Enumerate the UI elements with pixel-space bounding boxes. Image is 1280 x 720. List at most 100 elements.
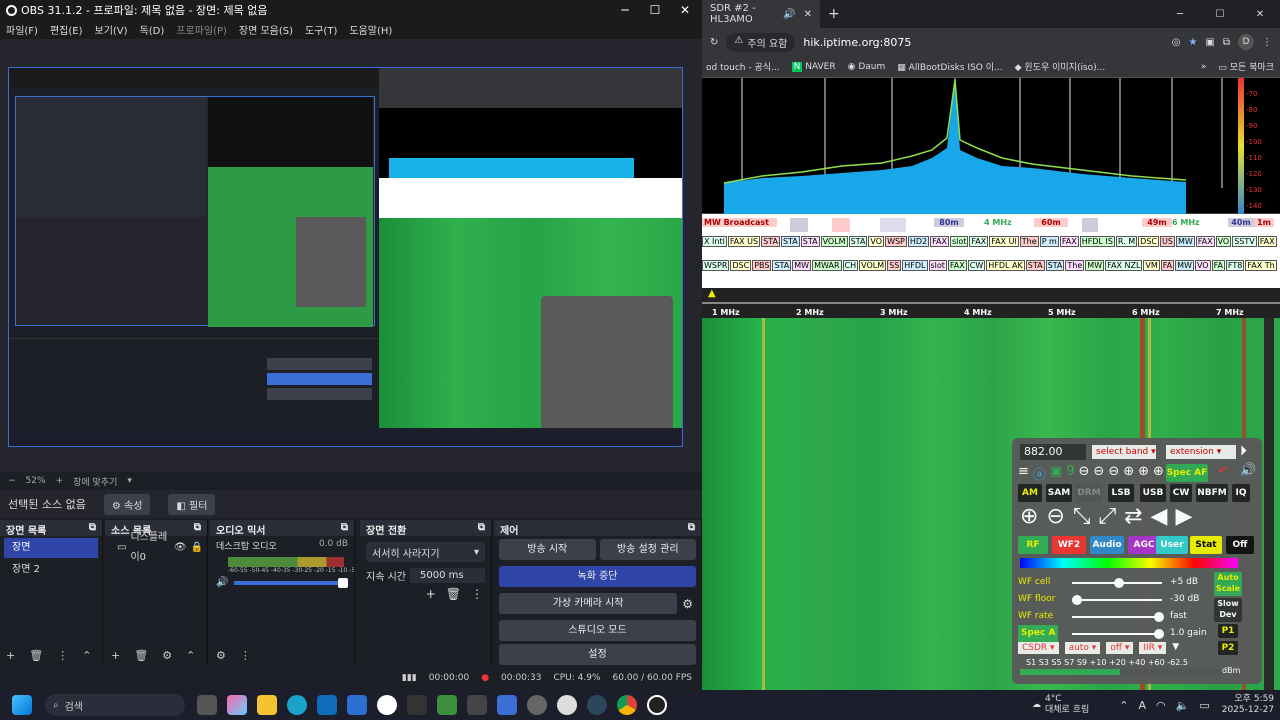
maximize-button[interactable]: ☐ bbox=[640, 0, 670, 20]
menu-dots-icon[interactable]: ⋮ bbox=[240, 649, 251, 662]
mode-nbfm[interactable]: NBFM bbox=[1196, 484, 1228, 502]
band-station[interactable]: FAX NZL bbox=[1105, 260, 1143, 271]
duration-input[interactable]: 5000 ms bbox=[409, 568, 485, 583]
scene-item[interactable]: 장면 2 bbox=[4, 560, 98, 580]
dock-menu-icon[interactable]: ⧉ bbox=[478, 522, 485, 534]
mode-am[interactable]: AM bbox=[1018, 484, 1042, 502]
band-label[interactable]: 60m bbox=[1034, 218, 1068, 227]
band-station[interactable]: PBS bbox=[752, 260, 772, 271]
all-bookmarks[interactable]: ▭ 모든 북마크 bbox=[1218, 60, 1274, 73]
band-station[interactable]: MW bbox=[1175, 260, 1194, 271]
menu-icon[interactable]: ≡ bbox=[1018, 464, 1029, 483]
right-icon[interactable]: ▶ bbox=[1175, 504, 1192, 529]
wf-cell-slider[interactable] bbox=[1072, 578, 1162, 588]
color-wf2[interactable]: WF2 bbox=[1052, 536, 1086, 554]
lock-icon[interactable]: 🔒 bbox=[191, 538, 203, 558]
color-user[interactable]: User bbox=[1156, 536, 1188, 554]
dock-menu-icon[interactable]: ⧉ bbox=[89, 522, 96, 534]
bookmark[interactable]: N NAVER bbox=[791, 61, 836, 72]
menu-view[interactable]: 보기(V) bbox=[95, 22, 128, 37]
frequency-input[interactable]: 882.00 bbox=[1020, 444, 1086, 460]
band-station[interactable]: FAX bbox=[1059, 236, 1079, 247]
band-station[interactable]: VO bbox=[868, 236, 885, 247]
mode-usb[interactable]: USB bbox=[1140, 484, 1166, 502]
trash-icon[interactable]: 🗑 bbox=[29, 649, 43, 662]
zoom-minus-icon[interactable]: ⊖ bbox=[1079, 464, 1090, 483]
menu-file[interactable]: 파일(F) bbox=[6, 22, 38, 37]
zoom-out-icon[interactable]: ⊖ bbox=[1046, 504, 1064, 529]
frequency-scale[interactable]: 1 MHz 2 MHz 3 MHz 4 MHz 5 MHz 6 MHz 7 MH… bbox=[702, 288, 1280, 318]
wf-rate-slider[interactable] bbox=[1072, 612, 1164, 622]
band-station[interactable]: FAX bbox=[1195, 236, 1215, 247]
filters-button[interactable]: ◧ 필터 bbox=[168, 493, 216, 515]
zoom-minus-icon[interactable]: ⊖ bbox=[1108, 464, 1119, 483]
band-label[interactable]: MW Broadcast bbox=[702, 218, 777, 227]
color-off[interactable]: Off bbox=[1226, 536, 1254, 554]
add-icon[interactable]: + bbox=[426, 587, 436, 601]
square-icon[interactable]: ▣ bbox=[1050, 464, 1062, 483]
band-station[interactable]: FAX bbox=[969, 236, 989, 247]
github-icon[interactable] bbox=[557, 695, 577, 715]
band-station[interactable]: US bbox=[1160, 236, 1175, 247]
band-station[interactable]: WSP bbox=[885, 236, 907, 247]
menu-scene-collection[interactable]: 장면 모음(S) bbox=[239, 22, 293, 37]
speaker-icon[interactable]: 🔈 bbox=[1176, 699, 1190, 712]
copilot-icon[interactable] bbox=[227, 695, 247, 715]
band-station[interactable]: FA bbox=[1160, 260, 1175, 271]
properties-button[interactable]: ⚙ 속성 bbox=[103, 493, 151, 515]
zoom-in-icon[interactable]: ⊕ bbox=[1020, 504, 1038, 529]
band-label[interactable]: 49m bbox=[1142, 218, 1172, 227]
band-station[interactable]: CH bbox=[842, 260, 859, 271]
close-button[interactable]: ✕ bbox=[1240, 9, 1280, 20]
band-bar[interactable]: MW Broadcast 80m 4 MHz 60m 49m 6 MHz 40m… bbox=[702, 214, 1280, 288]
left-icon[interactable]: ◀ bbox=[1151, 504, 1168, 529]
color-rf[interactable]: RF bbox=[1018, 536, 1048, 554]
zoom-plus-icon[interactable]: ⊕ bbox=[1153, 464, 1164, 483]
menu-help[interactable]: 도움말(H) bbox=[349, 22, 392, 37]
security-warning[interactable]: ⚠ 주의 요함 bbox=[726, 32, 796, 52]
maximize-button[interactable]: ☐ bbox=[1200, 9, 1240, 20]
band-station[interactable]: slot bbox=[949, 236, 969, 247]
menu-dots-icon[interactable]: ⋮ bbox=[1262, 37, 1272, 48]
band-station[interactable]: STA bbox=[1045, 260, 1065, 271]
slow-dev-button[interactable]: Slow Dev bbox=[1214, 598, 1242, 622]
csdr-select[interactable]: CSDR ▾ bbox=[1018, 642, 1059, 654]
mode-sam[interactable]: SAM bbox=[1046, 484, 1072, 502]
iir-select[interactable]: IIR ▾ bbox=[1139, 642, 1167, 654]
font-icon[interactable]: A bbox=[1138, 699, 1146, 712]
band-station[interactable]: MW bbox=[1175, 236, 1195, 247]
band-label[interactable]: 6 MHz bbox=[1172, 218, 1200, 227]
band-station[interactable]: STA bbox=[761, 236, 780, 247]
windows-start-icon[interactable] bbox=[12, 695, 32, 715]
transition-select[interactable]: 서서히 사라지기 ▾ bbox=[366, 542, 485, 562]
band-station[interactable]: MW bbox=[792, 260, 812, 271]
zoom-plus-icon[interactable]: ⊕ bbox=[1138, 464, 1149, 483]
band-station[interactable]: SSTV bbox=[1232, 236, 1257, 247]
menu-dots-icon[interactable]: ⋮ bbox=[57, 649, 68, 662]
app-icon[interactable] bbox=[467, 695, 487, 715]
add-icon[interactable]: + bbox=[6, 649, 15, 662]
minimize-button[interactable]: ─ bbox=[610, 0, 640, 20]
band-label[interactable]: 4 MHz bbox=[984, 218, 1012, 227]
band-station[interactable]: CW bbox=[967, 260, 986, 271]
band-station[interactable]: slot bbox=[928, 260, 947, 271]
band-station[interactable]: FAX US bbox=[727, 236, 761, 247]
gear-icon[interactable]: ⚙ bbox=[162, 649, 172, 662]
shrink-icon[interactable]: ⤡ bbox=[1073, 504, 1091, 529]
battery-icon[interactable]: ▭ bbox=[1199, 699, 1209, 712]
chevron-up-icon[interactable]: ⌃ bbox=[82, 649, 91, 662]
band-station[interactable]: P m bbox=[1039, 236, 1059, 247]
gear-icon[interactable]: ⚙ bbox=[682, 597, 693, 611]
band-station[interactable]: HFDL bbox=[902, 260, 928, 271]
reload-icon[interactable]: ↻ bbox=[710, 37, 718, 48]
store-icon[interactable] bbox=[497, 695, 517, 715]
p2-button[interactable]: P2 bbox=[1218, 641, 1238, 655]
volume-slider[interactable] bbox=[234, 577, 348, 588]
weather-widget[interactable]: ☁ 4°C 대체로 흐림 bbox=[1032, 694, 1089, 716]
game-icon[interactable] bbox=[407, 695, 427, 715]
swap-icon[interactable]: ⇄ bbox=[1124, 504, 1142, 529]
menu-dots-icon[interactable]: ⋮ bbox=[471, 587, 483, 601]
band-station[interactable]: HFDL IS bbox=[1079, 236, 1115, 247]
fit-to-window[interactable]: 창에 맞추기 bbox=[73, 475, 117, 488]
studio-mode-button[interactable]: 스튜디오 모드 bbox=[499, 620, 696, 641]
